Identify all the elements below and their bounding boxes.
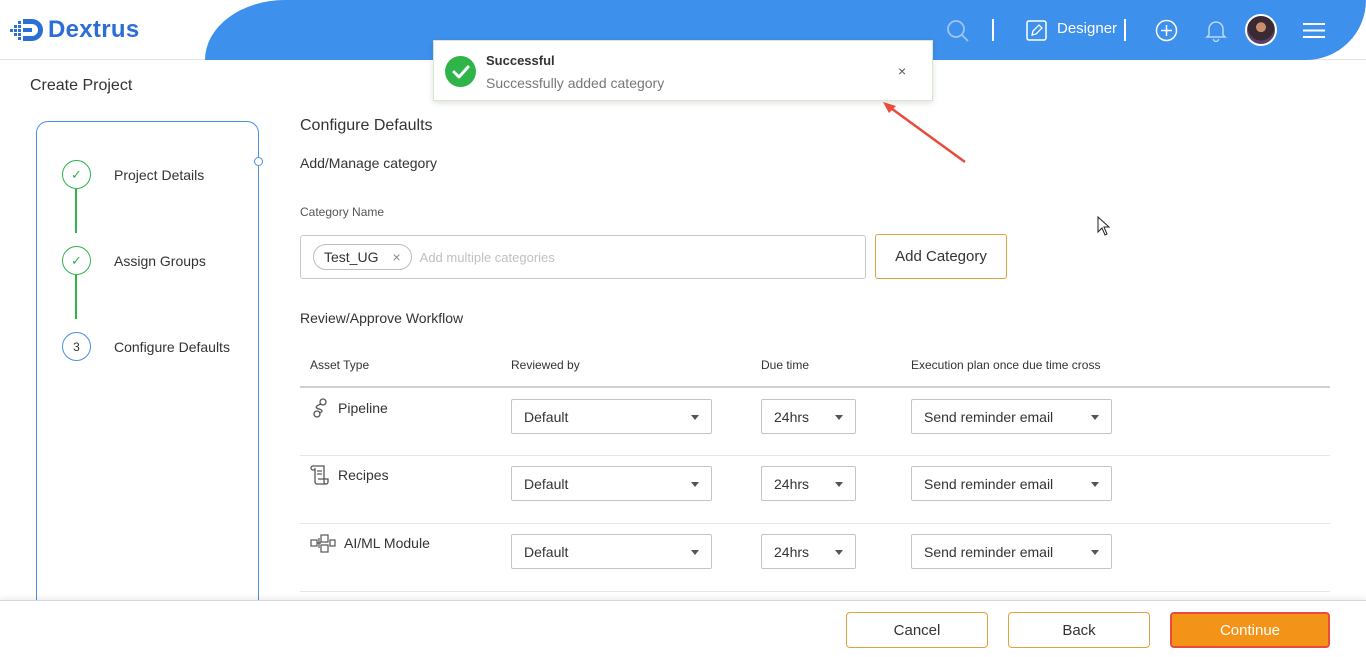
chevron-down-icon: [835, 482, 843, 487]
logo-text: Dextrus: [48, 16, 140, 43]
add-circle-icon[interactable]: [1155, 19, 1178, 42]
column-header-asset-type: Asset Type: [310, 358, 370, 372]
reviewed-by-select[interactable]: Default: [511, 534, 712, 569]
chevron-down-icon: [691, 550, 699, 555]
select-value: Default: [524, 408, 569, 425]
row-divider: [300, 591, 1330, 592]
pipeline-icon: [310, 398, 330, 418]
dextrus-logo[interactable]: Dextrus: [10, 16, 139, 44]
chip-label: Test_UG: [324, 249, 379, 265]
chevron-down-icon: [835, 550, 843, 555]
step-project-details[interactable]: ✓ Project Details: [62, 160, 204, 189]
due-time-select[interactable]: 24hrs: [761, 466, 856, 501]
category-input[interactable]: Test_UG × Add multiple categories: [300, 235, 866, 279]
category-placeholder[interactable]: Add multiple categories: [420, 250, 555, 265]
toast-title: Successful: [486, 53, 555, 68]
subsection-title: Add/Manage category: [300, 155, 437, 171]
step-label: Project Details: [114, 166, 205, 183]
column-header-execution-plan: Execution plan once due time cross: [911, 358, 1101, 372]
designer-edit-icon[interactable]: [1026, 20, 1047, 41]
success-check-icon: [445, 56, 476, 87]
chevron-down-icon: [1091, 415, 1099, 420]
step-number: 3: [62, 332, 91, 361]
annotation-arrow-icon: [883, 102, 966, 164]
workflow-title: Review/Approve Workflow: [300, 310, 464, 326]
cancel-button[interactable]: Cancel: [846, 612, 988, 648]
header-divider: [1124, 19, 1126, 41]
table-row: Recipes: [310, 465, 389, 485]
back-button[interactable]: Back: [1008, 612, 1150, 648]
add-category-button[interactable]: Add Category: [875, 234, 1007, 279]
toast-message: Successfully added category: [486, 75, 665, 91]
reviewed-by-select[interactable]: Default: [511, 399, 712, 434]
chevron-down-icon: [691, 482, 699, 487]
column-header-reviewed-by: Reviewed by: [511, 358, 580, 372]
asset-name: Recipes: [338, 467, 389, 483]
footer-bar: [0, 600, 1366, 657]
select-value: 24hrs: [774, 408, 810, 425]
module-icon: [310, 533, 336, 553]
reviewed-by-select[interactable]: Default: [511, 466, 712, 501]
chevron-down-icon: [1091, 550, 1099, 555]
chevron-down-icon: [1091, 482, 1099, 487]
execution-plan-select[interactable]: Send reminder email: [911, 399, 1112, 434]
check-icon: ✓: [62, 160, 91, 189]
user-avatar[interactable]: [1245, 14, 1277, 46]
select-value: 24hrs: [774, 475, 810, 492]
page-title: Create Project: [30, 77, 133, 94]
success-toast: Successful Successfully added category ×: [433, 40, 933, 101]
row-divider: [300, 455, 1330, 456]
table-header-divider: [300, 386, 1330, 388]
select-value: Default: [524, 543, 569, 560]
chevron-down-icon: [691, 415, 699, 420]
select-value: Send reminder email: [924, 408, 1054, 425]
asset-name: AI/ML Module: [344, 535, 430, 551]
stepper-panel: [36, 121, 259, 621]
notification-bell-icon[interactable]: [1205, 19, 1227, 42]
select-value: 24hrs: [774, 543, 810, 560]
chevron-down-icon: [835, 415, 843, 420]
select-value: Send reminder email: [924, 543, 1054, 560]
hamburger-menu-icon[interactable]: [1303, 22, 1325, 39]
header-divider: [992, 19, 994, 41]
logo-mark-icon: [10, 19, 43, 41]
recipes-icon: [310, 465, 330, 485]
step-connector: [75, 275, 77, 319]
stepper-scroll-dot: [254, 157, 263, 166]
continue-button[interactable]: Continue: [1170, 612, 1330, 648]
due-time-select[interactable]: 24hrs: [761, 534, 856, 569]
row-divider: [300, 523, 1330, 524]
role-label[interactable]: Designer: [1057, 20, 1117, 37]
mouse-cursor-icon: [1097, 216, 1111, 236]
execution-plan-select[interactable]: Send reminder email: [911, 534, 1112, 569]
step-label: Assign Groups: [114, 252, 206, 269]
table-row: AI/ML Module: [310, 533, 430, 553]
step-assign-groups[interactable]: ✓ Assign Groups: [62, 246, 206, 275]
category-name-label: Category Name: [300, 205, 385, 219]
search-icon[interactable]: [946, 19, 970, 43]
step-label: Configure Defaults: [114, 338, 230, 355]
chip-remove-icon[interactable]: ×: [392, 249, 400, 265]
due-time-select[interactable]: 24hrs: [761, 399, 856, 434]
select-value: Send reminder email: [924, 475, 1054, 492]
step-configure-defaults[interactable]: 3 Configure Defaults: [62, 332, 230, 361]
select-value: Default: [524, 475, 569, 492]
close-icon[interactable]: ×: [898, 63, 906, 79]
column-header-due-time: Due time: [761, 358, 810, 372]
category-chip: Test_UG ×: [313, 244, 412, 270]
check-icon: ✓: [62, 246, 91, 275]
section-title: Configure Defaults: [300, 117, 433, 134]
execution-plan-select[interactable]: Send reminder email: [911, 466, 1112, 501]
table-row: Pipeline: [310, 398, 388, 418]
asset-name: Pipeline: [338, 400, 388, 416]
step-connector: [75, 189, 77, 233]
